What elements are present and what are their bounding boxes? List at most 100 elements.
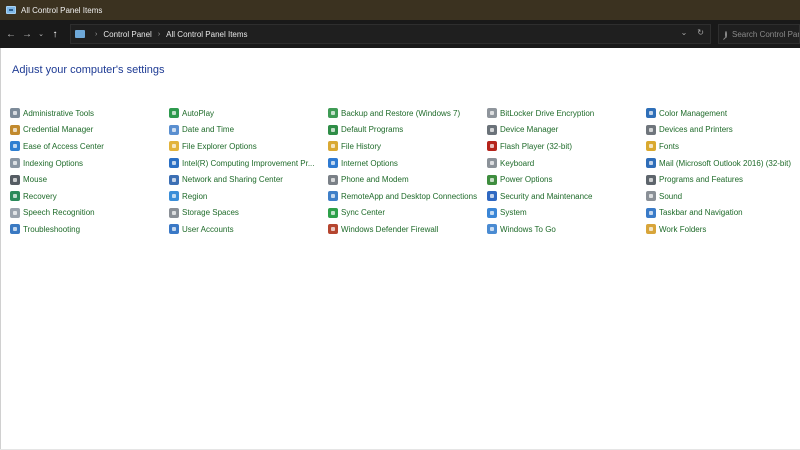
backup-restore-icon bbox=[328, 108, 338, 119]
admin-tools-icon bbox=[10, 108, 20, 119]
control-panel-item[interactable]: Intel(R) Computing Improvement Pr... bbox=[169, 155, 328, 172]
control-panel-item[interactable]: Date and Time bbox=[169, 122, 328, 139]
control-panel-item[interactable]: File Explorer Options bbox=[169, 138, 328, 155]
control-panel-item-label: Intel(R) Computing Improvement Pr... bbox=[182, 158, 315, 168]
back-button[interactable]: ← bbox=[4, 26, 18, 42]
control-panel-item[interactable]: Programs and Features bbox=[646, 171, 800, 188]
control-panel-item[interactable]: Indexing Options bbox=[10, 155, 169, 172]
control-panel-item[interactable]: Windows Defender Firewall bbox=[328, 221, 487, 238]
address-dropdown-button[interactable]: ⌄ bbox=[681, 28, 688, 37]
control-panel-item[interactable]: Security and Maintenance bbox=[487, 188, 646, 205]
page-heading: Adjust your computer's settings bbox=[12, 64, 165, 76]
user-accounts-icon bbox=[169, 224, 179, 235]
sound-icon bbox=[646, 191, 656, 202]
ease-of-access-icon bbox=[10, 141, 20, 152]
control-panel-item[interactable]: Ease of Access Center bbox=[10, 138, 169, 155]
up-button[interactable]: ↑ bbox=[48, 26, 62, 42]
control-panel-item-label: Network and Sharing Center bbox=[182, 175, 283, 185]
device-manager-icon bbox=[487, 124, 497, 135]
control-panel-item[interactable]: Mail (Microsoft Outlook 2016) (32-bit) bbox=[646, 155, 800, 172]
control-panel-item[interactable]: File History bbox=[328, 138, 487, 155]
mouse-icon bbox=[10, 174, 20, 185]
control-panel-item[interactable]: System bbox=[487, 205, 646, 222]
recent-locations-button[interactable]: ⌄ bbox=[36, 26, 46, 42]
storage-spaces-icon bbox=[169, 207, 179, 218]
control-panel-item-label: Windows Defender Firewall bbox=[341, 224, 439, 234]
system-icon bbox=[487, 207, 497, 218]
window-border bbox=[0, 48, 1, 450]
control-panel-item-label: Region bbox=[182, 191, 208, 201]
title-bar: All Control Panel Items bbox=[0, 0, 800, 20]
keyboard-icon bbox=[487, 158, 497, 169]
forward-button[interactable]: → bbox=[20, 26, 34, 42]
search-input[interactable]: Search Control Panel bbox=[718, 24, 800, 44]
control-panel-item-label: Programs and Features bbox=[659, 175, 744, 185]
programs-features-icon bbox=[646, 174, 656, 185]
flash-player-icon bbox=[487, 141, 497, 152]
control-panel-item[interactable]: Sound bbox=[646, 188, 800, 205]
control-panel-item[interactable]: Mouse bbox=[10, 171, 169, 188]
control-panel-item-label: Keyboard bbox=[500, 158, 535, 168]
breadcrumb-all-items[interactable]: All Control Panel Items bbox=[166, 30, 247, 39]
refresh-button[interactable]: ↻ bbox=[697, 28, 704, 37]
control-panel-item[interactable]: Devices and Printers bbox=[646, 122, 800, 139]
control-panel-item[interactable]: Keyboard bbox=[487, 155, 646, 172]
control-panel-item-label: Devices and Printers bbox=[659, 125, 733, 135]
control-panel-item-label: Phone and Modem bbox=[341, 175, 409, 185]
control-panel-item-label: Color Management bbox=[659, 108, 728, 118]
control-panel-item-label: Sound bbox=[659, 191, 683, 201]
control-panel-item[interactable]: Work Folders bbox=[646, 221, 800, 238]
remoteapp-icon bbox=[328, 191, 338, 202]
control-panel-item-label: RemoteApp and Desktop Connections bbox=[341, 191, 478, 201]
control-panel-item[interactable]: Troubleshooting bbox=[10, 221, 169, 238]
control-panel-item-label: Device Manager bbox=[500, 125, 559, 135]
control-panel-item-label: System bbox=[500, 208, 527, 218]
speech-recognition-icon bbox=[10, 207, 20, 218]
control-panel-item[interactable]: Sync Center bbox=[328, 205, 487, 222]
breadcrumb-separator[interactable]: › bbox=[95, 31, 97, 38]
control-panel-item[interactable]: BitLocker Drive Encryption bbox=[487, 105, 646, 122]
control-panel-item-label: Troubleshooting bbox=[23, 224, 81, 234]
control-panel-item[interactable]: Flash Player (32-bit) bbox=[487, 138, 646, 155]
breadcrumb-control-panel[interactable]: Control Panel bbox=[103, 30, 151, 39]
control-panel-item[interactable]: Speech Recognition bbox=[10, 205, 169, 222]
navigation-bar: ← → ⌄ ↑ › Control Panel › All Control Pa… bbox=[0, 20, 800, 48]
control-panel-item[interactable]: AutoPlay bbox=[169, 105, 328, 122]
credential-manager-icon bbox=[10, 124, 20, 135]
file-history-icon bbox=[328, 141, 338, 152]
control-panel-item[interactable]: Recovery bbox=[10, 188, 169, 205]
control-panel-item[interactable]: User Accounts bbox=[169, 221, 328, 238]
control-panel-item[interactable]: Internet Options bbox=[328, 155, 487, 172]
control-panel-item[interactable]: Credential Manager bbox=[10, 122, 169, 139]
control-panel-item[interactable]: Backup and Restore (Windows 7) bbox=[328, 105, 487, 122]
control-panel-item[interactable]: Windows To Go bbox=[487, 221, 646, 238]
control-panel-item-label: File Explorer Options bbox=[182, 141, 257, 151]
control-panel-item[interactable]: Region bbox=[169, 188, 328, 205]
control-panel-item[interactable]: Network and Sharing Center bbox=[169, 171, 328, 188]
control-panel-item[interactable]: Default Programs bbox=[328, 122, 487, 139]
control-panel-item-label: Speech Recognition bbox=[23, 208, 95, 218]
control-panel-item[interactable]: RemoteApp and Desktop Connections bbox=[328, 188, 487, 205]
control-panel-icon bbox=[75, 30, 85, 38]
control-panel-item[interactable]: Fonts bbox=[646, 138, 800, 155]
control-panel-item-label: Credential Manager bbox=[23, 125, 94, 135]
control-panel-item-label: Work Folders bbox=[659, 224, 707, 234]
region-icon bbox=[169, 191, 179, 202]
fonts-icon bbox=[646, 141, 656, 152]
control-panel-item[interactable]: Phone and Modem bbox=[328, 171, 487, 188]
control-panel-item[interactable]: Storage Spaces bbox=[169, 205, 328, 222]
control-panel-item[interactable]: Taskbar and Navigation bbox=[646, 205, 800, 222]
control-panel-item-label: Mouse bbox=[23, 175, 48, 185]
sync-center-icon bbox=[328, 207, 338, 218]
address-bar[interactable]: › Control Panel › All Control Panel Item… bbox=[70, 24, 711, 44]
control-panel-item[interactable]: Color Management bbox=[646, 105, 800, 122]
control-panel-item[interactable]: Administrative Tools bbox=[10, 105, 169, 122]
network-icon bbox=[169, 174, 179, 185]
control-panel-item-label: Administrative Tools bbox=[23, 108, 94, 118]
bitlocker-icon bbox=[487, 108, 497, 119]
breadcrumb-separator[interactable]: › bbox=[158, 31, 160, 38]
control-panel-icon bbox=[6, 6, 16, 14]
troubleshooting-icon bbox=[10, 224, 20, 235]
control-panel-item[interactable]: Power Options bbox=[487, 171, 646, 188]
control-panel-item[interactable]: Device Manager bbox=[487, 122, 646, 139]
